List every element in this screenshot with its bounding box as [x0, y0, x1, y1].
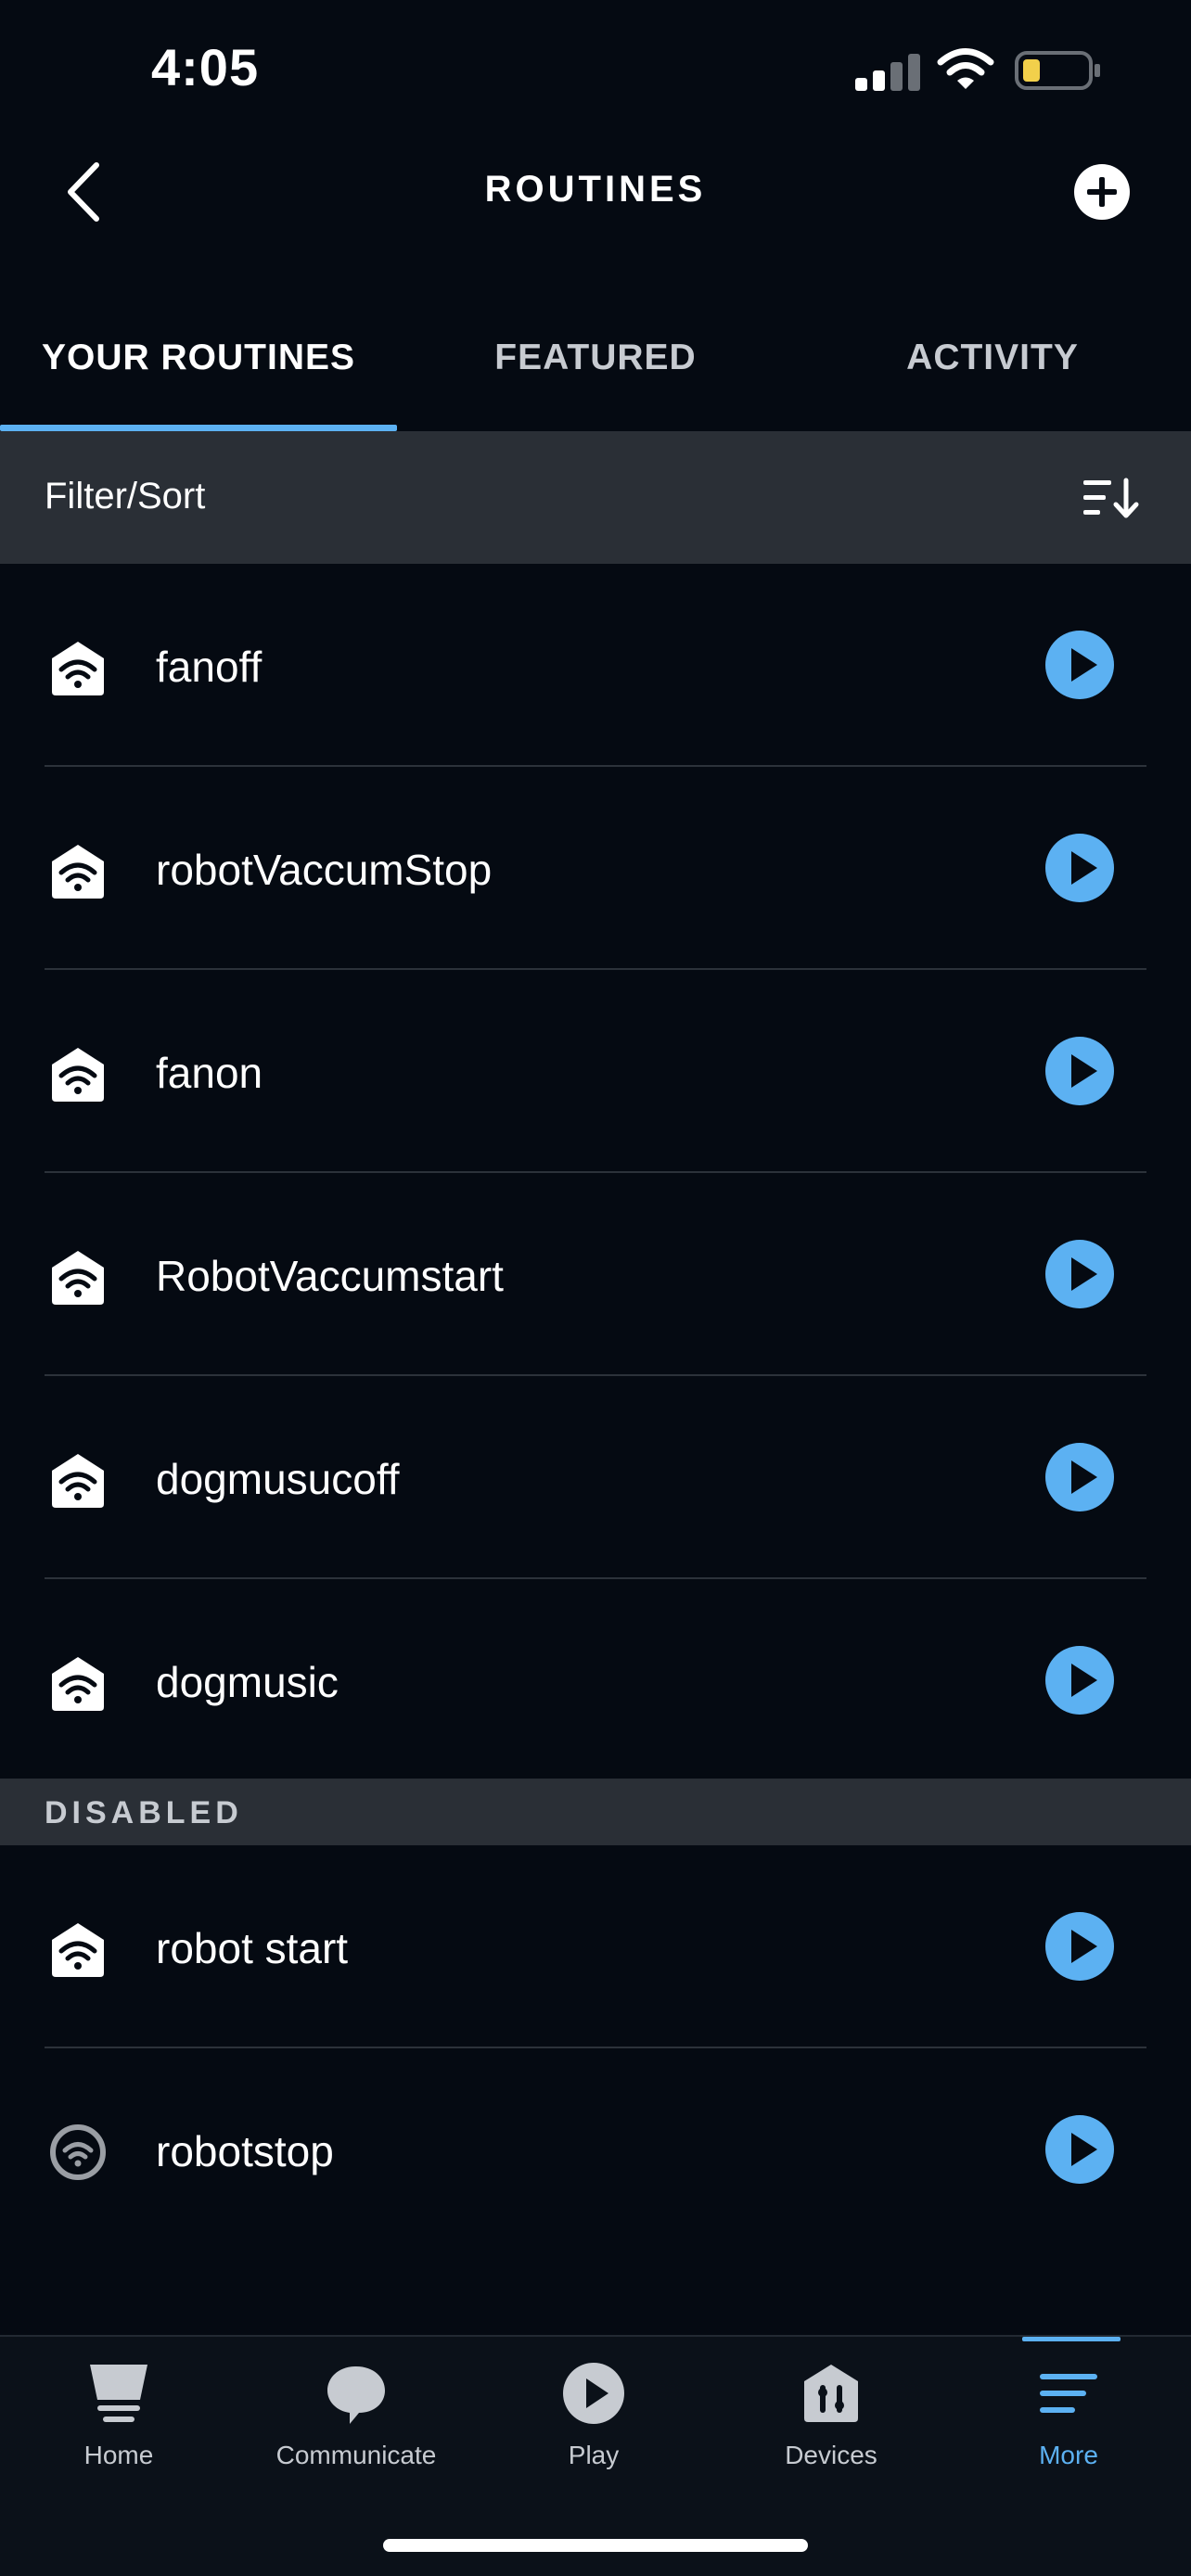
smart-home-wifi-icon: [52, 1657, 104, 1711]
battery-icon: [1015, 51, 1100, 90]
disabled-section-label: DISABLED: [45, 1795, 243, 1830]
sort-icon[interactable]: [1082, 477, 1143, 519]
routine-row[interactable]: fanoff: [0, 564, 1191, 767]
active-tab-underline: [0, 425, 397, 431]
status-bar: 4:05: [0, 0, 1191, 139]
play-routine-button[interactable]: [1045, 1037, 1114, 1105]
disabled-section-header: DISABLED: [0, 1779, 1191, 1845]
home-indicator[interactable]: [383, 2539, 808, 2552]
tab-label: ACTIVITY: [906, 338, 1079, 377]
routine-name: fanon: [156, 1049, 263, 1097]
play-routine-button[interactable]: [1045, 1646, 1114, 1715]
play-routine-button[interactable]: [1045, 1443, 1114, 1511]
routine-name: dogmusucoff: [156, 1455, 400, 1503]
filter-sort-label: Filter/Sort: [45, 476, 206, 516]
nav-devices[interactable]: Devices: [712, 2337, 950, 2504]
routine-name: dogmusic: [156, 1658, 339, 1706]
signal-icon: [855, 52, 920, 91]
nav-home[interactable]: Home: [0, 2337, 237, 2504]
nav-label: More: [1039, 2441, 1098, 2469]
play-routine-button[interactable]: [1045, 631, 1114, 699]
routine-row-disabled[interactable]: robotstop: [0, 2048, 1191, 2251]
nav-label: Play: [568, 2441, 620, 2469]
play-routine-button[interactable]: [1045, 834, 1114, 902]
wifi-icon: [937, 48, 994, 89]
play-routine-button[interactable]: [1045, 2115, 1114, 2184]
chat-bubble-icon: [327, 2366, 385, 2424]
routine-name: RobotVaccumstart: [156, 1252, 504, 1300]
routine-row[interactable]: robotVaccumStop: [0, 767, 1191, 970]
tab-label: YOUR ROUTINES: [41, 338, 356, 377]
play-routine-button[interactable]: [1045, 1240, 1114, 1308]
tab-label: FEATURED: [494, 338, 697, 377]
routine-name: fanoff: [156, 643, 263, 691]
status-time: 4:05: [151, 38, 260, 96]
play-routine-button[interactable]: [1045, 1912, 1114, 1981]
routine-name: robot start: [156, 1924, 349, 1972]
page-title: ROUTINES: [484, 169, 707, 210]
routine-row[interactable]: dogmusucoff: [0, 1376, 1191, 1579]
routines-screen: 4:05 ROUTINES YOUR ROUTINES FEATURED ACT…: [0, 0, 1191, 2576]
smart-home-wifi-icon: [52, 1048, 104, 1102]
routine-name: robotstop: [156, 2127, 334, 2175]
routine-row-disabled[interactable]: robot start: [0, 1845, 1191, 2048]
nav-communicate[interactable]: Communicate: [237, 2337, 475, 2504]
routine-name: robotVaccumStop: [156, 846, 493, 894]
routine-row[interactable]: RobotVaccumstart: [0, 1173, 1191, 1376]
menu-lines-icon: [1040, 2374, 1097, 2413]
tab-activity[interactable]: ACTIVITY: [794, 306, 1191, 431]
routine-row[interactable]: dogmusic: [0, 1579, 1191, 1782]
echo-device-icon: [50, 2124, 106, 2180]
routine-row[interactable]: fanon: [0, 970, 1191, 1173]
smart-home-wifi-icon: [52, 642, 104, 695]
smart-home-wifi-icon: [52, 1454, 104, 1508]
tab-your-routines[interactable]: YOUR ROUTINES: [0, 306, 397, 431]
nav-label: Home: [83, 2441, 154, 2469]
filter-sort-bar[interactable]: Filter/Sort: [0, 431, 1191, 564]
nav-label: Devices: [785, 2441, 877, 2469]
smart-home-wifi-icon: [52, 845, 104, 899]
tab-featured[interactable]: FEATURED: [397, 306, 794, 431]
home-icon: [90, 2365, 147, 2422]
add-routine-button[interactable]: [1074, 164, 1130, 220]
play-circle-icon: [563, 2363, 624, 2424]
smart-home-wifi-icon: [52, 1923, 104, 1977]
nav-label: Communicate: [275, 2441, 437, 2469]
nav-play[interactable]: Play: [475, 2337, 712, 2504]
tab-bar: YOUR ROUTINES FEATURED ACTIVITY: [0, 306, 1191, 431]
smart-home-wifi-icon: [52, 1251, 104, 1305]
nav-more[interactable]: More: [950, 2337, 1187, 2504]
devices-icon: [804, 2365, 858, 2422]
